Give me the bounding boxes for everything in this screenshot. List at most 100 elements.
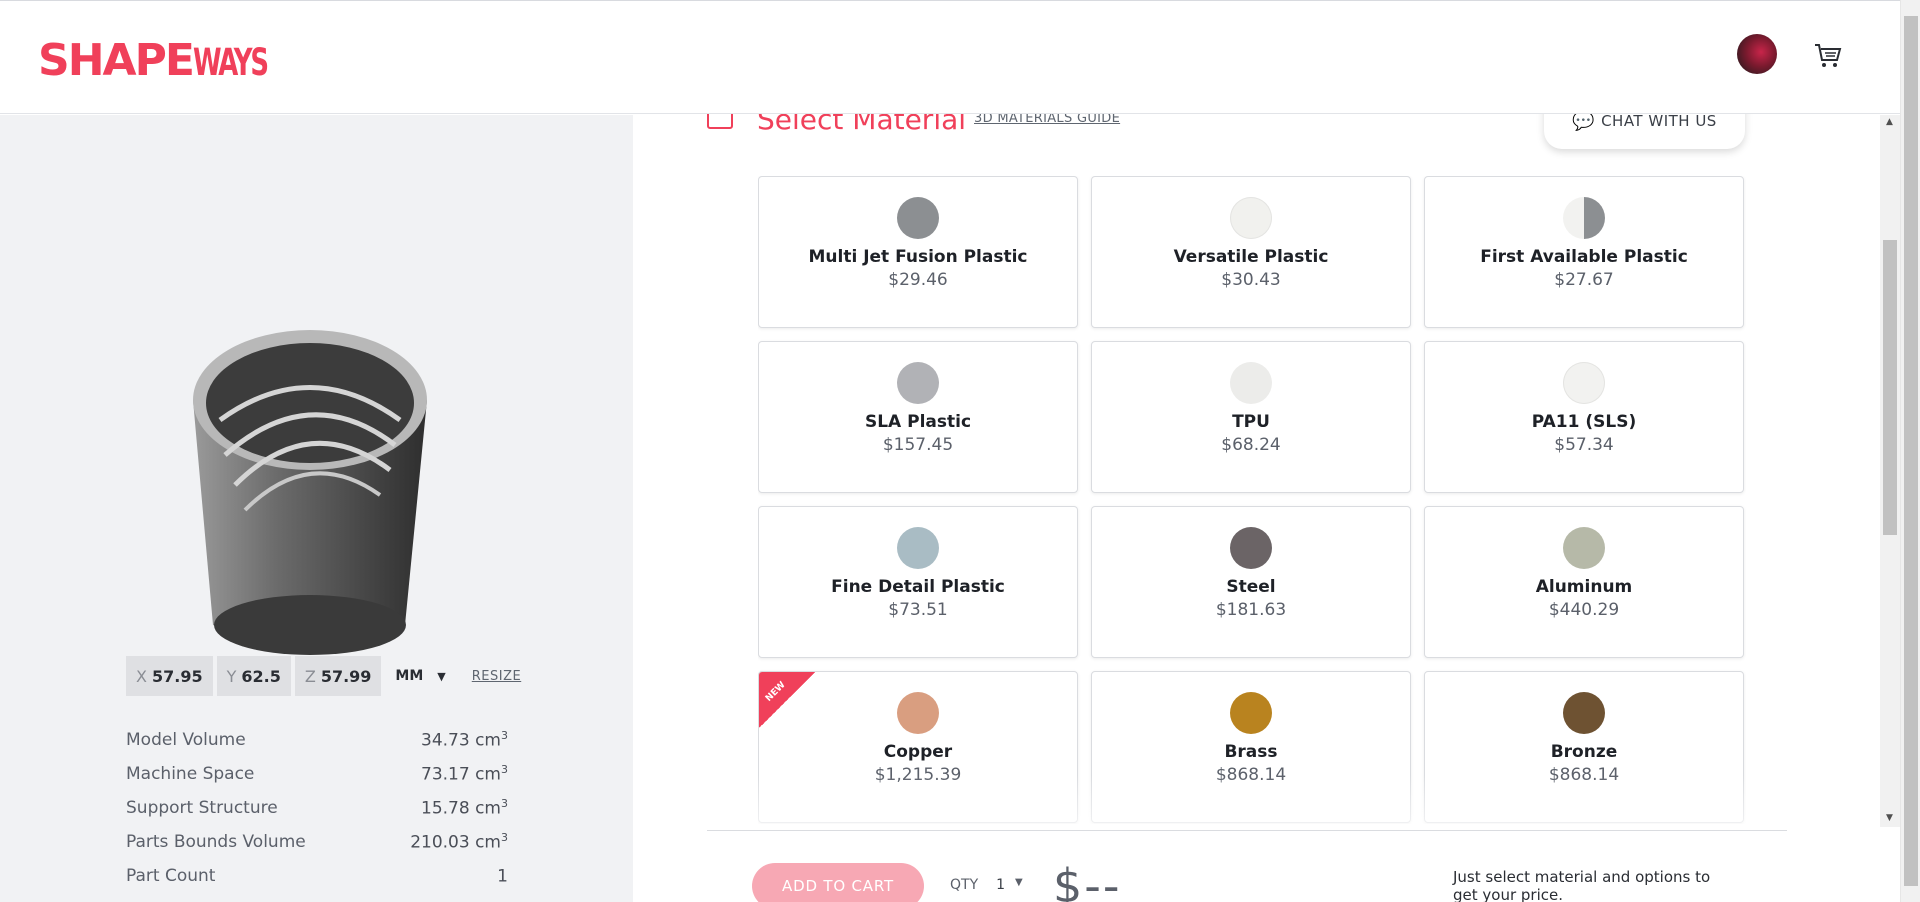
material-name: Fine Detail Plastic — [831, 577, 1005, 597]
material-name: Steel — [1226, 577, 1276, 597]
dimension-x[interactable]: X 57.95 — [126, 656, 213, 696]
stat-label: Parts Bounds Volume — [126, 832, 306, 852]
stat-label: Support Structure — [126, 798, 278, 818]
stat-value: 210.03 cm3 — [410, 831, 508, 853]
material-name: Multi Jet Fusion Plastic — [808, 247, 1028, 267]
stat-label: Part Count — [126, 866, 216, 886]
axis-label: Z — [304, 666, 316, 686]
material-price: $868.14 — [1548, 765, 1620, 785]
material-swatch — [897, 362, 939, 404]
shapeways-logo[interactable]: SHAPE WAYS — [38, 35, 299, 86]
material-price: $30.43 — [1221, 270, 1281, 290]
dimension-z[interactable]: Z 57.99 — [294, 656, 382, 696]
material-card[interactable]: SLA Plastic $157.45 — [758, 341, 1078, 493]
material-swatch — [897, 527, 939, 569]
qty-label: QTY — [950, 877, 979, 893]
material-grid: Multi Jet Fusion Plastic $29.46 Versatile … — [758, 176, 1746, 824]
stat-row: Parts Bounds Volume 210.03 cm3 — [126, 825, 508, 859]
caret-down-icon: ▼ — [1015, 877, 1023, 888]
material-swatch — [1230, 527, 1272, 569]
material-price: $73.51 — [888, 600, 948, 620]
material-card[interactable]: Multi Jet Fusion Plastic $29.46 — [758, 176, 1078, 328]
logo-main: SHAPE — [38, 35, 195, 86]
material-card[interactable]: Brass $868.14 — [1091, 671, 1411, 823]
material-swatch — [1563, 197, 1605, 239]
dimensions-bar: X 57.95 Y 62.5 Z 57.99 MM ▼ RESIZE — [126, 656, 521, 696]
material-name: Aluminum — [1535, 577, 1633, 597]
material-name: Brass — [1224, 742, 1278, 762]
stat-row: Part Count 1 — [126, 859, 508, 893]
dimension-y[interactable]: Y 62.5 — [216, 656, 291, 696]
stat-label: Model Volume — [126, 730, 246, 750]
page-scrollbar[interactable] — [1900, 0, 1920, 902]
unit-select[interactable]: MM ▼ — [395, 668, 445, 684]
material-price: $27.67 — [1554, 270, 1614, 290]
stat-value: 1 — [497, 866, 508, 887]
stat-value: 73.17 cm3 — [421, 763, 508, 785]
material-swatch — [1563, 692, 1605, 734]
scroll-up-icon[interactable]: ▲ — [1886, 117, 1893, 127]
material-name: First Available Plastic — [1480, 247, 1688, 267]
new-badge: NEW — [759, 672, 815, 728]
material-swatch — [897, 692, 939, 734]
stat-label: Machine Space — [126, 764, 255, 784]
price-hint: Just select material and options to get … — [1453, 868, 1711, 902]
material-price: $181.63 — [1215, 600, 1287, 620]
user-avatar[interactable] — [1737, 34, 1777, 74]
material-price: $868.14 — [1215, 765, 1287, 785]
stat-value: 15.78 cm3 — [421, 797, 508, 819]
material-name: TPU — [1232, 412, 1270, 432]
material-price: $29.46 — [888, 270, 948, 290]
material-card[interactable]: Versatile Plastic $30.43 — [1091, 176, 1411, 328]
material-panel-scrollbar[interactable]: ▲ ▼ — [1880, 115, 1900, 827]
material-name: Bronze — [1550, 742, 1618, 762]
material-swatch — [1563, 527, 1605, 569]
stat-row: Model Volume 34.73 cm3 — [126, 723, 508, 757]
qty-value: 1 — [996, 877, 1006, 893]
dimension-value: 57.99 — [320, 666, 372, 686]
dimension-value: 57.95 — [151, 666, 203, 686]
material-card[interactable]: First Available Plastic $27.67 — [1424, 176, 1744, 328]
chat-label: CHAT WITH US — [1601, 112, 1717, 130]
resize-link[interactable]: RESIZE — [472, 669, 521, 684]
purchase-bar: ADD TO CART QTY 1 ▼ $-- Just select mate… — [633, 831, 1880, 902]
scrollbar-thumb[interactable] — [1883, 240, 1897, 535]
material-card[interactable]: Bronze $868.14 — [1424, 671, 1744, 823]
material-name: Copper — [883, 742, 953, 762]
material-card[interactable]: TPU $68.24 — [1091, 341, 1411, 493]
dimension-value: 62.5 — [241, 666, 281, 686]
material-swatch — [1230, 197, 1272, 239]
stat-row: Machine Space 73.17 cm3 — [126, 757, 508, 791]
cart-icon[interactable] — [1812, 39, 1844, 71]
material-swatch — [1563, 362, 1605, 404]
material-swatch — [1230, 692, 1272, 734]
add-to-cart-button[interactable]: ADD TO CART — [752, 863, 924, 902]
quantity-select[interactable]: QTY 1 ▼ — [950, 877, 1023, 893]
material-swatch — [897, 197, 939, 239]
material-card[interactable]: NEW Copper $1,215.39 — [758, 671, 1078, 823]
scroll-down-icon[interactable]: ▼ — [1886, 813, 1893, 823]
material-name: Versatile Plastic — [1173, 247, 1329, 267]
site-header: SHAPE WAYS — [0, 0, 1900, 114]
stat-row: Support Structure 15.78 cm3 — [126, 791, 508, 825]
material-price: $68.24 — [1221, 435, 1281, 455]
model-panel: X 57.95 Y 62.5 Z 57.99 MM ▼ RESIZE Model… — [0, 115, 633, 902]
material-card[interactable]: Steel $181.63 — [1091, 506, 1411, 658]
axis-label: Y — [226, 666, 237, 686]
material-card[interactable]: Aluminum $440.29 — [1424, 506, 1744, 658]
logo-sub: WAYS — [192, 41, 269, 84]
material-swatch — [1230, 362, 1272, 404]
material-name: PA11 (SLS) — [1531, 412, 1637, 432]
stat-value: 34.73 cm3 — [421, 729, 508, 751]
material-price: $440.29 — [1548, 600, 1620, 620]
material-name: SLA Plastic — [864, 412, 972, 432]
scrollbar-thumb[interactable] — [1904, 16, 1918, 886]
axis-label: X — [136, 666, 147, 686]
material-card[interactable]: PA11 (SLS) $57.34 — [1424, 341, 1744, 493]
material-price: $157.45 — [882, 435, 954, 455]
material-card[interactable]: Fine Detail Plastic $73.51 — [758, 506, 1078, 658]
model-stats: Model Volume 34.73 cm3 Machine Space 73.… — [126, 723, 508, 893]
material-panel: Select Material 3D MATERIALS GUIDE 💬 CHA… — [633, 93, 1880, 902]
model-preview[interactable] — [185, 325, 435, 665]
unit-label: MM — [395, 668, 424, 684]
